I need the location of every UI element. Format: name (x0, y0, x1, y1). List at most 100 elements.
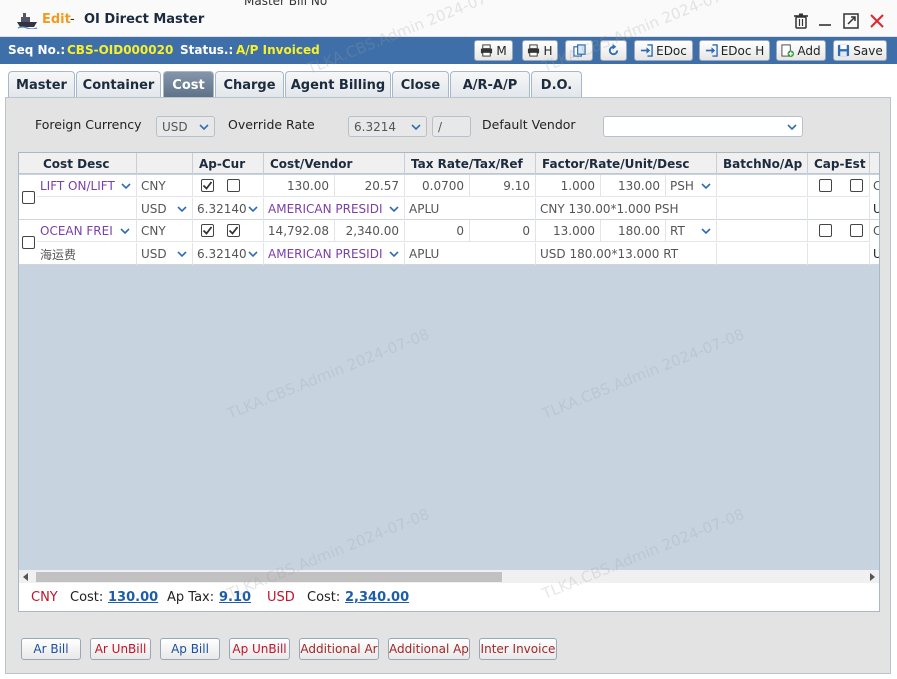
rate-cell[interactable]: 180.00 (601, 220, 666, 242)
scrollbar-thumb[interactable] (36, 572, 502, 582)
default-vendor-select[interactable] (603, 116, 803, 137)
additional-ar-button[interactable]: Additional Ar (299, 638, 379, 660)
batchno-cell[interactable] (717, 175, 808, 197)
close-icon[interactable] (868, 12, 886, 30)
print-h-button[interactable]: H (522, 40, 558, 61)
sub-desc-cell[interactable] (37, 198, 137, 220)
override-rate-select[interactable]: 6.3214 (348, 116, 427, 137)
cost-cell[interactable]: 14,792.08 (264, 220, 335, 242)
currency-cell[interactable]: CNY (137, 175, 193, 197)
tab-ar-ap-label: A/R-A/P (462, 77, 518, 93)
unchecked-checkbox[interactable] (819, 224, 832, 237)
edoc-h-button[interactable]: EDoc H (699, 40, 770, 61)
print-m-button[interactable]: M (474, 40, 513, 61)
tab-close[interactable]: Close (392, 71, 449, 98)
ar-unbill-button[interactable]: Ar UnBill (90, 638, 151, 660)
desc-cell[interactable]: CNY 130.00*1.000 PSH (536, 198, 717, 220)
unit-select[interactable]: RT (666, 220, 717, 242)
ap-cur-select[interactable]: USD (137, 198, 193, 220)
tab-charge[interactable]: Charge (215, 71, 284, 98)
tab-cost[interactable]: Cost (163, 71, 214, 98)
scroll-right-icon[interactable] (868, 573, 876, 581)
unchecked-checkbox[interactable] (819, 179, 832, 192)
col-header-cost-desc[interactable]: Cost Desc (37, 153, 137, 174)
copy-icon (572, 44, 586, 57)
tab-container[interactable]: Container (76, 71, 161, 98)
unit-select[interactable]: PSH (666, 175, 717, 197)
table-row[interactable]: LIFT ON/LIFT CNY 130.00 20.57 0.0700 9.1… (19, 175, 879, 220)
print-h-label: H (543, 43, 553, 58)
col-header-factor[interactable]: Factor/Rate/Unit/Desc (536, 153, 717, 174)
chevron-down-icon (389, 206, 399, 213)
horizontal-scrollbar[interactable] (19, 570, 879, 583)
summary-ap-tax-link[interactable]: 9.10 (219, 590, 251, 605)
unchecked-checkbox[interactable] (227, 179, 240, 192)
tax-rate-cell[interactable]: 0 (405, 220, 470, 242)
refresh-button[interactable] (600, 40, 627, 61)
tab-do[interactable]: D.O. (531, 71, 582, 98)
col-header-ap-cur[interactable]: Ap-Cur (193, 153, 264, 174)
cost2-cell[interactable]: 20.57 (335, 175, 405, 197)
table-row[interactable]: OCEAN FREI CNY 14,792.08 2,340.00 0 0 13… (19, 220, 879, 265)
factor-cell[interactable]: 13.000 (536, 220, 601, 242)
trash-icon[interactable] (792, 12, 810, 30)
ap-cell[interactable] (717, 198, 808, 220)
row-select-checkbox[interactable] (22, 236, 35, 249)
foreign-currency-select[interactable]: USD (156, 116, 215, 137)
tab-agent-billing[interactable]: Agent Billing (285, 71, 391, 98)
col-header-cap-est[interactable]: Cap-Est (808, 153, 870, 174)
cost-cell[interactable]: 130.00 (264, 175, 335, 197)
ex-rate-select[interactable]: 6.32140 (193, 198, 264, 220)
summary-usd-cost-link[interactable]: 2,340.00 (345, 590, 409, 605)
edoc-button[interactable]: EDoc (634, 40, 693, 61)
currency-cell[interactable]: CNY (137, 220, 193, 242)
row-select-checkbox[interactable] (22, 191, 35, 204)
desc-cell[interactable]: USD 180.00*13.000 RT (536, 243, 717, 265)
batchno-cell[interactable] (717, 220, 808, 242)
cost2-cell[interactable]: 2,340.00 (335, 220, 405, 242)
tax-rate-cell[interactable]: 0.0700 (405, 175, 470, 197)
checked-checkbox[interactable] (201, 224, 214, 237)
unchecked-checkbox[interactable] (850, 179, 863, 192)
ref-cell[interactable]: APLU (405, 198, 536, 220)
factor-cell[interactable]: 1.000 (536, 175, 601, 197)
tax-cell[interactable]: 0 (470, 220, 536, 242)
vendor-value: AMERICAN PRESIDI (268, 202, 383, 216)
inter-invoice-button[interactable]: Inter Invoice (479, 638, 557, 660)
copy-button[interactable] (565, 40, 593, 61)
scroll-left-icon[interactable] (22, 573, 30, 581)
ap-bill-button[interactable]: Ap Bill (160, 638, 220, 660)
ar-bill-button[interactable]: Ar Bill (21, 638, 81, 660)
vendor-select[interactable]: AMERICAN PRESIDI (264, 198, 405, 220)
checked-checkbox[interactable] (201, 179, 214, 192)
tab-master[interactable]: Master (8, 71, 75, 98)
cost-desc-select[interactable]: LIFT ON/LIFT (37, 175, 137, 197)
col-header-batchno[interactable]: BatchNo/Ap (717, 153, 808, 174)
col-header-cost-vendor[interactable]: Cost/Vendor (264, 153, 405, 174)
summary-cny-cost-link[interactable]: 130.00 (108, 590, 158, 605)
unchecked-checkbox[interactable] (850, 224, 863, 237)
checked-checkbox[interactable] (227, 224, 240, 237)
col-header-tax[interactable]: Tax Rate/Tax/Ref (405, 153, 536, 174)
sub-desc-cell[interactable]: 海运费 (37, 243, 137, 265)
ref-cell[interactable]: APLU (405, 243, 536, 265)
ap-cur-select[interactable]: USD (137, 243, 193, 265)
save-button[interactable]: Save (833, 40, 887, 61)
tab-ar-ap[interactable]: A/R-A/P (450, 71, 530, 98)
override-rate-divisor[interactable]: / (432, 116, 471, 137)
edit-label: Edit (42, 12, 71, 27)
maximize-icon[interactable] (842, 12, 860, 30)
add-button[interactable]: Add (776, 40, 826, 61)
rate-cell[interactable]: 130.00 (601, 175, 666, 197)
ap-cell[interactable] (717, 243, 808, 265)
minimize-icon[interactable] (816, 12, 834, 30)
additional-ap-button[interactable]: Additional Ap (388, 638, 470, 660)
ap-unbill-button[interactable]: Ap UnBill (229, 638, 290, 660)
ex-rate-select[interactable]: 6.32140 (193, 243, 264, 265)
vendor-select[interactable]: AMERICAN PRESIDI (264, 243, 405, 265)
est-cell[interactable] (808, 198, 870, 220)
tax-cell[interactable]: 9.10 (470, 175, 536, 197)
default-vendor-label: Default Vendor (482, 117, 576, 132)
est-cell[interactable] (808, 243, 870, 265)
cost-desc-select[interactable]: OCEAN FREI (37, 220, 137, 242)
